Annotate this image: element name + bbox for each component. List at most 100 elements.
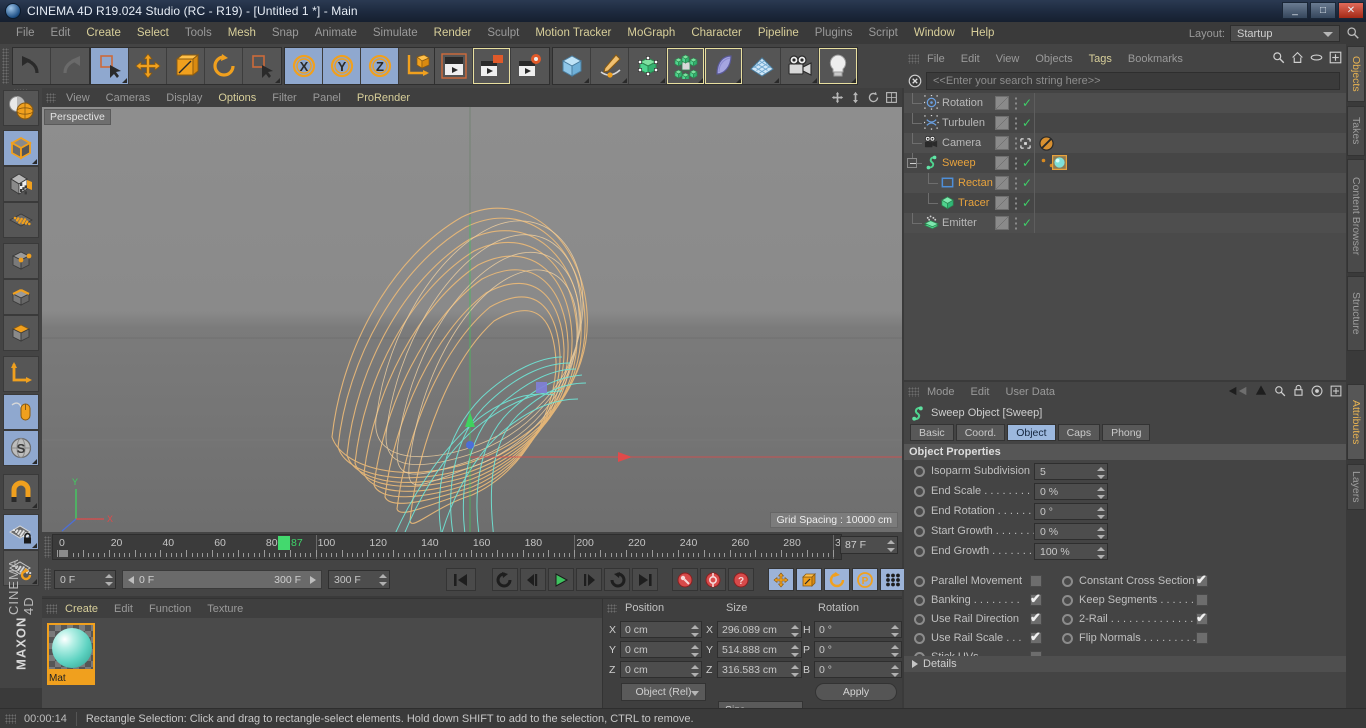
position-z-spinner[interactable]	[690, 665, 699, 677]
play-forward-loop-button[interactable]	[604, 568, 630, 591]
axis-x-button[interactable]: X	[285, 48, 323, 84]
property-animate-toggle[interactable]	[1062, 632, 1073, 644]
property-spinner[interactable]	[1096, 527, 1105, 539]
details-section-toggle[interactable]: Details	[904, 656, 1346, 672]
object-menu-file[interactable]: File	[919, 53, 953, 65]
object-row[interactable]: Tracer ✓	[904, 193, 1346, 213]
property-input[interactable]: 0 %	[1034, 483, 1108, 500]
object-name[interactable]: Camera	[942, 137, 981, 149]
property-input[interactable]: 5	[1034, 463, 1108, 480]
submenu-corner-icon[interactable]	[774, 78, 779, 83]
material-item[interactable]: Mat	[47, 623, 95, 685]
timeline-grip[interactable]	[44, 536, 51, 558]
environment-button[interactable]	[743, 48, 781, 84]
home-icon[interactable]	[1291, 51, 1304, 64]
viewport-3d-canvas[interactable]: Y X Z Perspective Grid Spacing : 10000 c…	[42, 107, 902, 532]
rotate-view-icon[interactable]	[867, 91, 880, 104]
rotation-p-spinner[interactable]	[890, 645, 899, 657]
object-menu-bookmarks[interactable]: Bookmarks	[1120, 53, 1191, 65]
attribute-menu-edit[interactable]: Edit	[963, 386, 998, 398]
object-layer-swatch[interactable]	[995, 116, 1009, 130]
rotation-h-spinner[interactable]	[890, 625, 899, 637]
viewport-menu-view[interactable]: View	[58, 92, 98, 104]
visibility-dots[interactable]	[1014, 156, 1018, 170]
playbar-max-field[interactable]: 300 F	[328, 570, 390, 589]
object-name[interactable]: Emitter	[942, 217, 977, 229]
rotation-b-input[interactable]: 0 °	[814, 661, 902, 678]
dock-tab-content-browser[interactable]: Content Browser	[1347, 159, 1365, 273]
position-x-spinner[interactable]	[690, 625, 699, 637]
position-y-spinner[interactable]	[690, 645, 699, 657]
viewport-menu-display[interactable]: Display	[158, 92, 210, 104]
axis-y-button[interactable]: Y	[323, 48, 361, 84]
material-grip[interactable]	[46, 603, 57, 614]
up-arrow-icon[interactable]	[1255, 384, 1267, 397]
object-tree[interactable]: Rotation ✓ Turbulen ✓ Camera Sweep ✓ Rectan ✓ Tra…	[904, 93, 1346, 380]
lock-icon[interactable]	[1293, 384, 1304, 397]
undo-button[interactable]	[13, 48, 51, 84]
material-name[interactable]: Mat	[47, 671, 95, 685]
menu-file[interactable]: File	[8, 22, 43, 44]
property-input[interactable]: 0 %	[1034, 523, 1108, 540]
play-backwards-loop-button[interactable]	[492, 568, 518, 591]
dock-tab-structure[interactable]: Structure	[1347, 276, 1365, 351]
dock-tab-attributes[interactable]: Attributes	[1347, 384, 1365, 460]
menu-character[interactable]: Character	[683, 22, 750, 44]
menu-snap[interactable]: Snap	[264, 22, 307, 44]
timeline-range-handle[interactable]	[59, 550, 68, 557]
spline-pen-button[interactable]	[591, 48, 629, 84]
menu-tools[interactable]: Tools	[177, 22, 220, 44]
object-layer-swatch[interactable]	[995, 96, 1009, 110]
maximize-view-icon[interactable]	[885, 91, 898, 104]
submenu-corner-icon[interactable]	[32, 543, 37, 548]
search-icon[interactable]	[1274, 385, 1286, 397]
object-layer-swatch[interactable]	[995, 216, 1009, 230]
object-row[interactable]: Turbulen ✓	[904, 113, 1346, 133]
attribute-tab-caps[interactable]: Caps	[1057, 424, 1101, 441]
object-row[interactable]: Camera	[904, 133, 1346, 153]
size-x-spinner[interactable]	[790, 625, 799, 637]
position-x-input[interactable]: 0 cm	[620, 621, 702, 638]
position-y-input[interactable]: 0 cm	[620, 641, 702, 658]
protection-tag-icon[interactable]	[1039, 136, 1054, 151]
render-settings-button[interactable]	[511, 48, 549, 84]
scale-button[interactable]	[167, 48, 205, 84]
position-key-button[interactable]	[768, 568, 794, 591]
property-animate-toggle[interactable]	[914, 485, 925, 497]
material-menu-create[interactable]: Create	[57, 603, 106, 615]
search-icon[interactable]	[1346, 26, 1360, 40]
object-row[interactable]: Sweep ✓	[904, 153, 1346, 173]
enabled-check-icon[interactable]: ✓	[1022, 177, 1032, 189]
property-animate-toggle[interactable]	[1062, 575, 1073, 587]
object-manager-grip[interactable]	[908, 53, 919, 64]
property-animate-toggle[interactable]	[914, 505, 925, 517]
object-layer-swatch[interactable]	[995, 156, 1009, 170]
visibility-dots[interactable]	[1014, 216, 1018, 230]
redo-button[interactable]	[51, 48, 89, 84]
menu-edit[interactable]: Edit	[43, 22, 79, 44]
move-button[interactable]	[129, 48, 167, 84]
material-sphere-button[interactable]	[3, 90, 39, 126]
record-active-objects-button[interactable]	[672, 568, 698, 591]
size-y-input[interactable]: 514.888 cm	[717, 641, 802, 658]
viewport-solo-button[interactable]: S	[3, 430, 39, 466]
polygons-mode-button[interactable]	[3, 315, 39, 351]
visibility-dots[interactable]	[1014, 176, 1018, 190]
object-row[interactable]: Rectan ✓	[904, 173, 1346, 193]
point-level-animation-button[interactable]	[880, 568, 906, 591]
property-spinner[interactable]	[1096, 467, 1105, 479]
go-to-end-button[interactable]	[632, 568, 658, 591]
close-button[interactable]: ✕	[1338, 2, 1364, 19]
right-check-1-checkbox[interactable]	[1196, 594, 1208, 606]
new-layout-icon[interactable]	[1330, 385, 1342, 397]
submenu-corner-icon[interactable]	[812, 78, 817, 83]
size-z-spinner[interactable]	[790, 665, 799, 677]
enabled-check-icon[interactable]: ✓	[1022, 97, 1032, 109]
material-list[interactable]: Mat	[42, 618, 602, 709]
light-button[interactable]	[819, 48, 857, 84]
coord-system-dropdown[interactable]: Object (Rel)	[621, 683, 706, 701]
object-layer-swatch[interactable]	[995, 176, 1009, 190]
viewport-menu-cameras[interactable]: Cameras	[98, 92, 159, 104]
object-name[interactable]: Sweep	[942, 157, 976, 169]
go-to-start-button[interactable]	[446, 568, 476, 591]
